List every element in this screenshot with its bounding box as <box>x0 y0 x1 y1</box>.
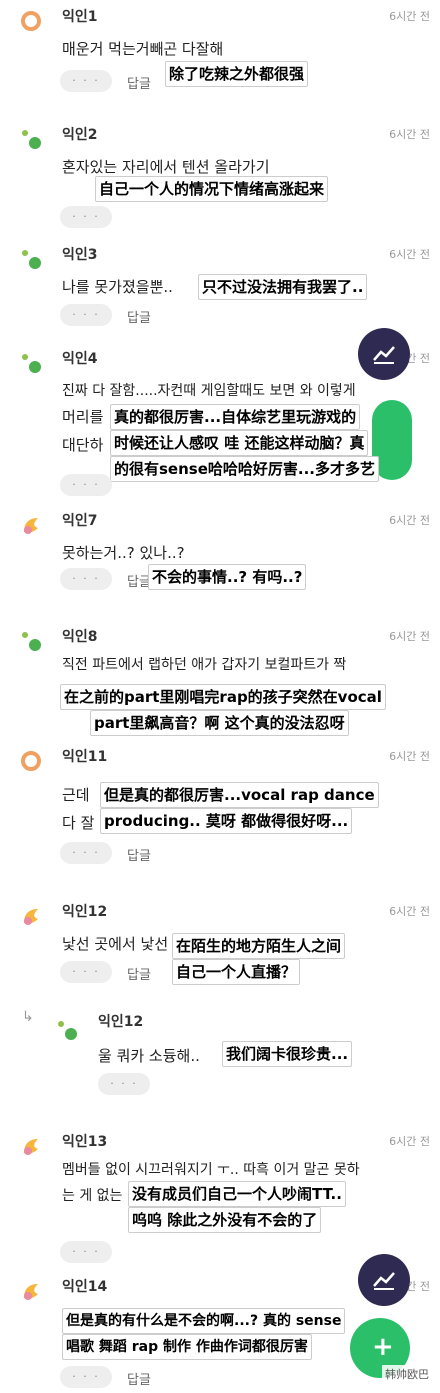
comment-item: 익인13 6시간 전 멤버들 없이 시끄러워지기 ㅜ.. 따흑 이거 말곤 못하… <box>0 1125 440 1265</box>
comment-item: 익인11 6시간 전 근데 다 잘 但是真的都很厉害...vocal rap d… <box>0 740 440 870</box>
comment-author[interactable]: 익인11 <box>62 746 107 766</box>
comment-text: 멤버들 없이 시끄러워지기 ㅜ.. 따흑 이거 말곤 못하 <box>62 1162 360 1178</box>
comment-time: 6시간 전 <box>389 128 430 141</box>
comment-text: 대단하 <box>62 436 104 454</box>
avatar[interactable] <box>20 514 42 536</box>
comment-text: 매운거 먹는거빼곤 다잘해 <box>62 40 224 58</box>
subtitle-caption: part里飙高音？啊 这个真的没法忍呀 <box>90 710 349 736</box>
comment-author[interactable]: 익인12 <box>62 901 107 921</box>
subtitle-caption: 呜呜 除此之外没有不会的了 <box>128 1207 322 1233</box>
more-button[interactable]: · · · <box>60 70 112 92</box>
comment-time: 6시간 전 <box>389 750 430 763</box>
comment-text: 근데 <box>62 786 90 804</box>
subtitle-caption: 时候还让人感叹 哇 还能这样动脑？真 <box>110 430 369 456</box>
more-button[interactable]: · · · <box>60 206 112 228</box>
avatar[interactable] <box>20 1280 42 1302</box>
comment-author[interactable]: 익인2 <box>62 124 98 144</box>
subtitle-caption: 没有成员们自己一个人吵闹TT.. <box>128 1181 346 1207</box>
comment-item: 익인2 6시간 전 혼자있는 자리에서 텐션 올라가기 自己一个人的情况下情绪高… <box>0 118 440 228</box>
reply-arrow-icon: ↳ <box>22 1009 34 1025</box>
comment-time: 6시간 전 <box>389 630 430 643</box>
comment-text: 머리를 <box>62 408 104 426</box>
trending-chart-icon <box>373 1272 395 1290</box>
subtitle-caption: 但是真的有什么是不会的啊...? 真的 sense <box>62 1308 346 1334</box>
subtitle-caption: 但是真的都很厉害...vocal rap dance <box>100 782 379 808</box>
comment-feed-screen: { "ui": { "more_label": "· · ·", "reply_… <box>0 0 440 1393</box>
comment-author[interactable]: 익인4 <box>62 348 98 368</box>
subtitle-caption: 自己一个人的情况下情绪高涨起来 <box>95 176 329 202</box>
subtitle-caption: 我们阔卡很珍贵... <box>222 1041 353 1067</box>
avatar[interactable] <box>20 248 42 270</box>
comment-author[interactable]: 익인12 <box>98 1011 143 1031</box>
trending-chart-button[interactable] <box>358 1254 410 1306</box>
subtitle-caption: 只不过没法拥有我罢了.. <box>198 274 368 300</box>
comment-text: 다 잘 <box>62 814 95 832</box>
more-button[interactable]: · · · <box>60 568 112 590</box>
reply-button[interactable]: 답글 <box>127 1369 151 1388</box>
more-button[interactable]: · · · <box>60 842 112 864</box>
reply-button[interactable]: 답글 <box>127 964 151 983</box>
comment-author[interactable]: 익인7 <box>62 510 98 530</box>
subtitle-caption: 的很有sense哈哈哈好厉害...多才多艺 <box>110 456 379 482</box>
trending-chart-button[interactable] <box>358 328 410 380</box>
comment-time: 6시간 전 <box>389 1135 430 1148</box>
comment-text: 직전 파트에서 랩하던 애가 갑자기 보컬파트가 짝 <box>62 657 347 673</box>
comment-item: 익인3 6시간 전 나를 못가졌을뿐.. 只不过没法拥有我罢了.. · · · … <box>0 238 440 338</box>
comment-author[interactable]: 익인14 <box>62 1276 107 1296</box>
comment-author[interactable]: 익인3 <box>62 244 98 264</box>
comment-text: 혼자있는 자리에서 텐션 올라가기 <box>62 158 270 176</box>
avatar[interactable] <box>20 905 42 927</box>
trending-chart-icon <box>373 346 395 364</box>
comment-text: 울 쿼카 소듕해.. <box>98 1047 200 1065</box>
comment-item: 익인8 6시간 전 직전 파트에서 랩하던 애가 갑자기 보컬파트가 짝 在之前… <box>0 620 440 740</box>
more-button[interactable]: · · · <box>60 304 112 326</box>
more-button[interactable]: · · · <box>60 1241 112 1263</box>
comment-author[interactable]: 익인13 <box>62 1131 107 1151</box>
comment-text: 진짜 다 잘함.....자컨때 게임할때도 보면 와 이렇게 <box>62 383 356 399</box>
watermark: 韩帅欧巴 <box>382 1365 432 1383</box>
avatar[interactable] <box>20 128 42 150</box>
subtitle-caption: producing.. 莫呀 都做得很好呀... <box>100 808 353 834</box>
more-button[interactable]: · · · <box>60 961 112 983</box>
more-button[interactable]: · · · <box>60 1366 112 1388</box>
comment-author[interactable]: 익인8 <box>62 626 98 646</box>
more-button[interactable]: · · · <box>60 474 112 496</box>
subtitle-caption: 在陌生的地方陌生人之间 <box>172 933 346 959</box>
avatar[interactable] <box>20 1135 42 1157</box>
comment-time: 6시간 전 <box>389 514 430 527</box>
subtitle-caption: 唱歌 舞蹈 rap 制作 作曲作词都很厉害 <box>62 1334 312 1360</box>
reply-button[interactable]: 답글 <box>127 307 151 326</box>
subtitle-caption: 不会的事情..? 有吗..? <box>148 564 307 590</box>
reply-button[interactable]: 답글 <box>127 73 151 92</box>
reply-item: ↳ 익인12 울 쿼카 소듕해.. 我们阔卡很珍贵... · · · <box>0 1005 440 1105</box>
avatar[interactable] <box>56 1019 78 1041</box>
avatar[interactable] <box>20 10 42 32</box>
comment-time: 6시간 전 <box>389 248 430 261</box>
comment-text: 는 게 없는 <box>62 1188 123 1204</box>
comment-item: 익인1 6시간 전 매운거 먹는거빼곤 다잘해 · · · 답글 除了吃辣之外都… <box>0 0 440 110</box>
avatar[interactable] <box>20 352 42 374</box>
comment-author[interactable]: 익인1 <box>62 6 98 26</box>
comment-text: 나를 못가졌을뿐.. <box>62 278 173 296</box>
avatar[interactable] <box>20 750 42 772</box>
more-button[interactable]: · · · <box>98 1073 150 1095</box>
plus-icon: + <box>372 1332 394 1362</box>
subtitle-caption: 真的都很厉害...自体综艺里玩游戏的 <box>110 404 361 430</box>
comment-text: 못하는거..? 있나..? <box>62 544 185 562</box>
subtitle-caption: 在之前的part里刚唱完rap的孩子突然在vocal <box>60 684 386 710</box>
comment-time: 6시간 전 <box>389 10 430 23</box>
subtitle-caption: 自己一个人直播？ <box>172 959 301 985</box>
comment-time: 6시간 전 <box>389 905 430 918</box>
comment-item: 익인12 6시간 전 낯선 곳에서 낯선 在陌生的地方陌生人之间 自己一个人直播… <box>0 895 440 995</box>
avatar[interactable] <box>20 630 42 652</box>
subtitle-caption: 除了吃辣之外都很强 <box>165 61 309 87</box>
comment-text: 낯선 곳에서 낯선 <box>62 935 169 953</box>
comment-item: 익인7 6시간 전 못하는거..? 있나..? · · · 답글 不会的事情..… <box>0 504 440 604</box>
reply-button[interactable]: 답글 <box>127 845 151 864</box>
